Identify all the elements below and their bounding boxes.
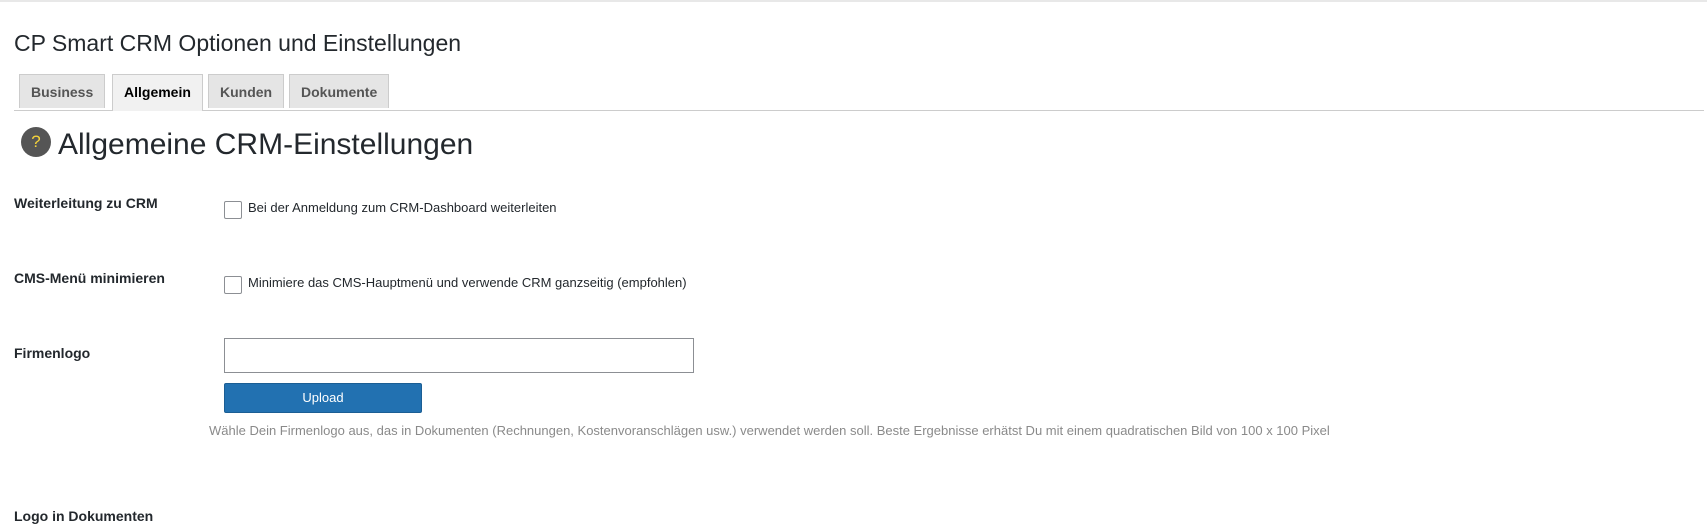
help-icon[interactable]: ? <box>21 127 51 157</box>
tab-dokumente[interactable]: Dokumente <box>289 74 390 108</box>
section-title: Allgemeine CRM-Einstellungen <box>58 128 474 161</box>
logo-in-documents-label: Logo in Dokumenten <box>14 508 154 524</box>
page-title: CP Smart CRM Optionen und Einstellungen <box>14 30 462 56</box>
tab-kunden[interactable]: Kunden <box>208 74 285 108</box>
redirect-checkbox[interactable] <box>224 201 242 219</box>
company-logo-description: Wähle Dein Firmenlogo aus, das in Dokume… <box>209 423 1330 438</box>
minimize-menu-label: CMS-Menü minimieren <box>14 270 165 286</box>
minimize-menu-checkbox-label[interactable]: Minimiere das CMS-Hauptmenü und verwende… <box>248 275 687 290</box>
redirect-label: Weiterleitung zu CRM <box>14 195 158 211</box>
upload-button[interactable]: Upload <box>224 383 422 413</box>
company-logo-label: Firmenlogo <box>14 345 91 361</box>
top-bar <box>0 0 1707 2</box>
redirect-checkbox-label[interactable]: Bei der Anmeldung zum CRM-Dashboard weit… <box>248 200 557 215</box>
minimize-menu-checkbox[interactable] <box>224 276 242 294</box>
tab-business[interactable]: Business <box>19 74 106 108</box>
tab-bar: Business Allgemein Kunden Dokumente <box>14 74 1704 111</box>
tab-allgemein[interactable]: Allgemein <box>112 74 203 111</box>
company-logo-input[interactable] <box>224 338 694 373</box>
